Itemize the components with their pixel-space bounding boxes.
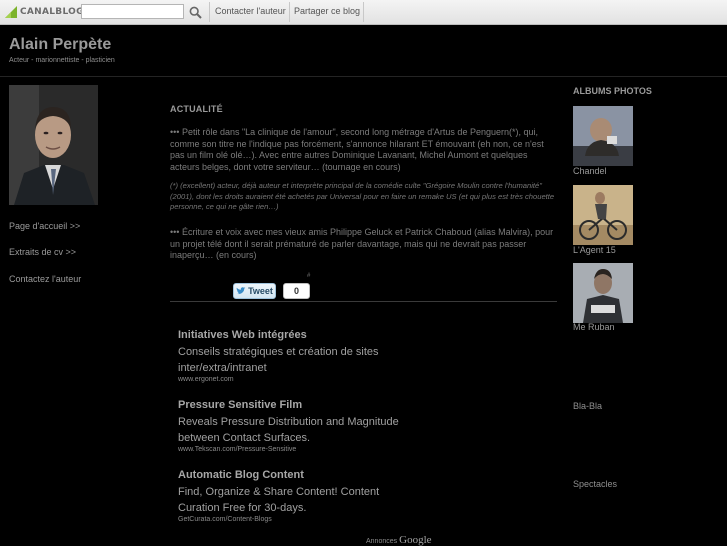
- album-thumbnail[interactable]: [573, 106, 633, 166]
- ad-url[interactable]: www.Tekscan.com/Pressure-Sensitive: [178, 446, 296, 453]
- twitter-bird-icon: [236, 287, 246, 295]
- contact-author-sidebar-link[interactable]: Contactez l'auteur: [9, 274, 81, 284]
- section-title: ACTUALITÉ: [170, 104, 223, 114]
- permalink-hash[interactable]: #: [307, 273, 310, 279]
- ad-title[interactable]: Automatic Blog Content: [178, 469, 304, 481]
- ad-url[interactable]: GetCurata.com/Content-Blogs: [178, 516, 272, 523]
- news-paragraph: ••• Écriture et voix avec mes vieux amis…: [170, 227, 554, 260]
- search-icon: [189, 6, 202, 19]
- bla-bla-link[interactable]: Bla-Bla: [573, 401, 602, 411]
- contact-author-link[interactable]: Contacter l'auteur: [215, 6, 286, 16]
- ad-url[interactable]: www.ergonet.com: [178, 376, 234, 383]
- ad-description[interactable]: Conseils stratégiques et création de sit…: [178, 345, 418, 376]
- toolbar-divider: [209, 2, 210, 22]
- share-blog-link[interactable]: Partager ce blog: [294, 6, 360, 16]
- tweet-button[interactable]: Tweet: [233, 283, 276, 299]
- album-label[interactable]: L'Agent 15: [573, 245, 616, 255]
- tweet-count: 0: [283, 283, 310, 299]
- footnote-paragraph: (*) (excellent) acteur, déjà auteur et i…: [170, 181, 555, 211]
- album-thumbnail[interactable]: [573, 185, 633, 245]
- spectacles-link[interactable]: Spectacles: [573, 479, 617, 489]
- blog-subtitle: Acteur - marionnettiste - plasticien: [9, 57, 115, 64]
- ads-label: Annonces: [366, 538, 398, 545]
- author-portrait: [9, 85, 98, 205]
- ad-description[interactable]: Reveals Pressure Distribution and Magnit…: [178, 415, 418, 446]
- header-divider: [0, 76, 727, 77]
- content-divider: [170, 301, 557, 302]
- tweet-label: Tweet: [248, 286, 273, 296]
- canalblog-toolbar: CANALBLOG Contacter l'auteur Partager ce…: [0, 0, 727, 25]
- blog-title[interactable]: Alain Perpète: [9, 36, 111, 54]
- toolbar-divider: [363, 2, 364, 22]
- news-paragraph: ••• Petit rôle dans "La clinique de l'am…: [170, 127, 544, 172]
- search-input[interactable]: [81, 4, 184, 19]
- ad-title[interactable]: Initiatives Web intégrées: [178, 329, 307, 341]
- ads-by-google[interactable]: Annonces Google: [366, 534, 432, 546]
- google-logo: Google: [399, 534, 432, 546]
- logo-text: CANALBLOG: [20, 7, 84, 17]
- album-label[interactable]: Me Ruban: [573, 322, 615, 332]
- canalblog-logo[interactable]: CANALBLOG: [4, 3, 84, 21]
- album-label[interactable]: Chandel: [573, 166, 607, 176]
- home-page-link[interactable]: Page d'accueil >>: [9, 221, 80, 231]
- ad-title[interactable]: Pressure Sensitive Film: [178, 399, 302, 411]
- album-thumbnail[interactable]: [573, 263, 633, 323]
- toolbar-divider: [289, 2, 290, 22]
- search-button[interactable]: [185, 3, 206, 21]
- cv-extracts-link[interactable]: Extraits de cv >>: [9, 247, 76, 257]
- canalblog-logo-icon: [5, 6, 17, 18]
- albums-title: ALBUMS PHOTOS: [573, 86, 652, 96]
- ad-description[interactable]: Find, Organize & Share Content! Content …: [178, 485, 418, 516]
